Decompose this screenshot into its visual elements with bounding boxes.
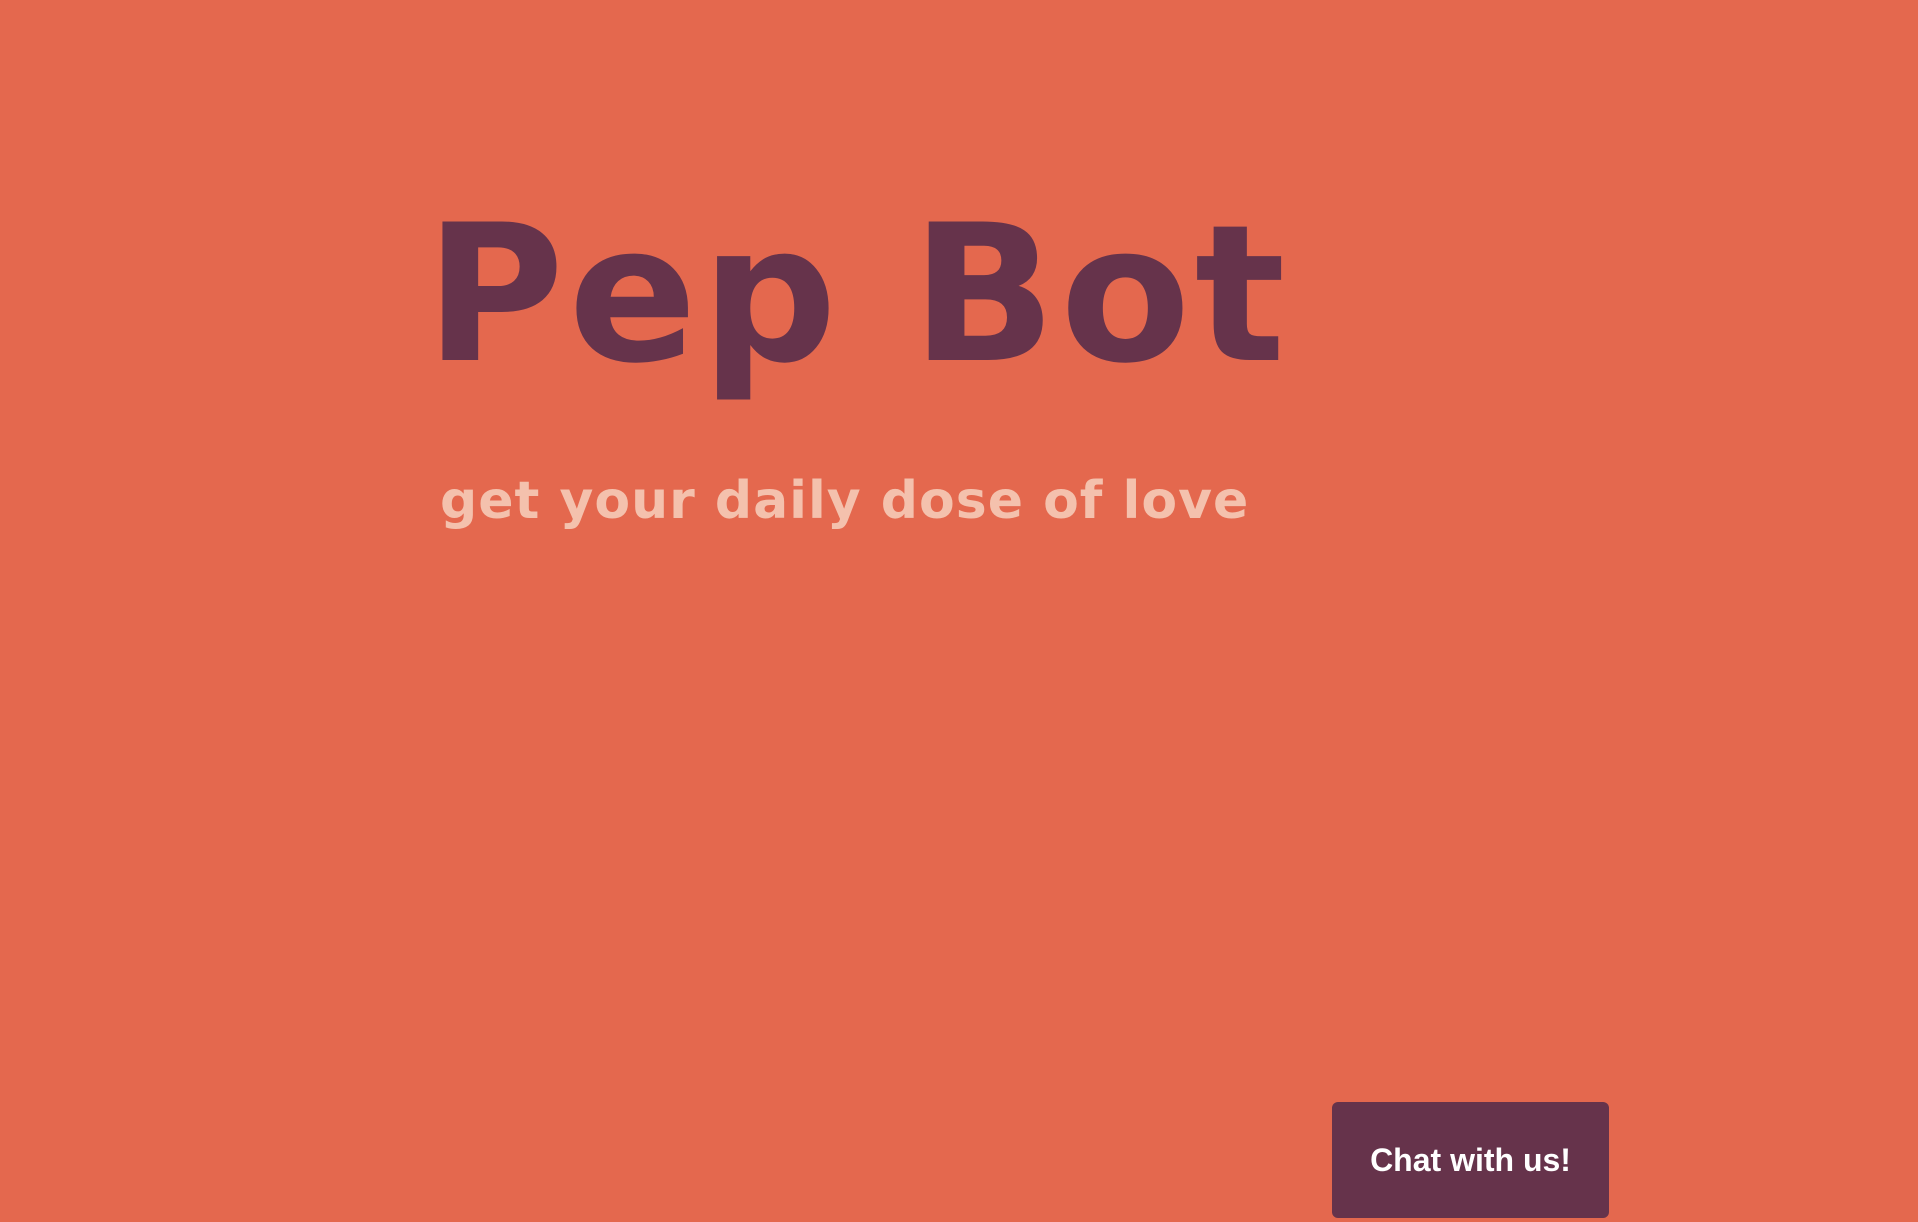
chat-with-us-button[interactable]: Chat with us!	[1332, 1102, 1609, 1218]
page-subtitle: get your daily dose of love	[440, 471, 1250, 531]
landing-page: Pep Bot get your daily dose of love Chat…	[0, 0, 1918, 1222]
page-title: Pep Bot	[425, 184, 1290, 405]
